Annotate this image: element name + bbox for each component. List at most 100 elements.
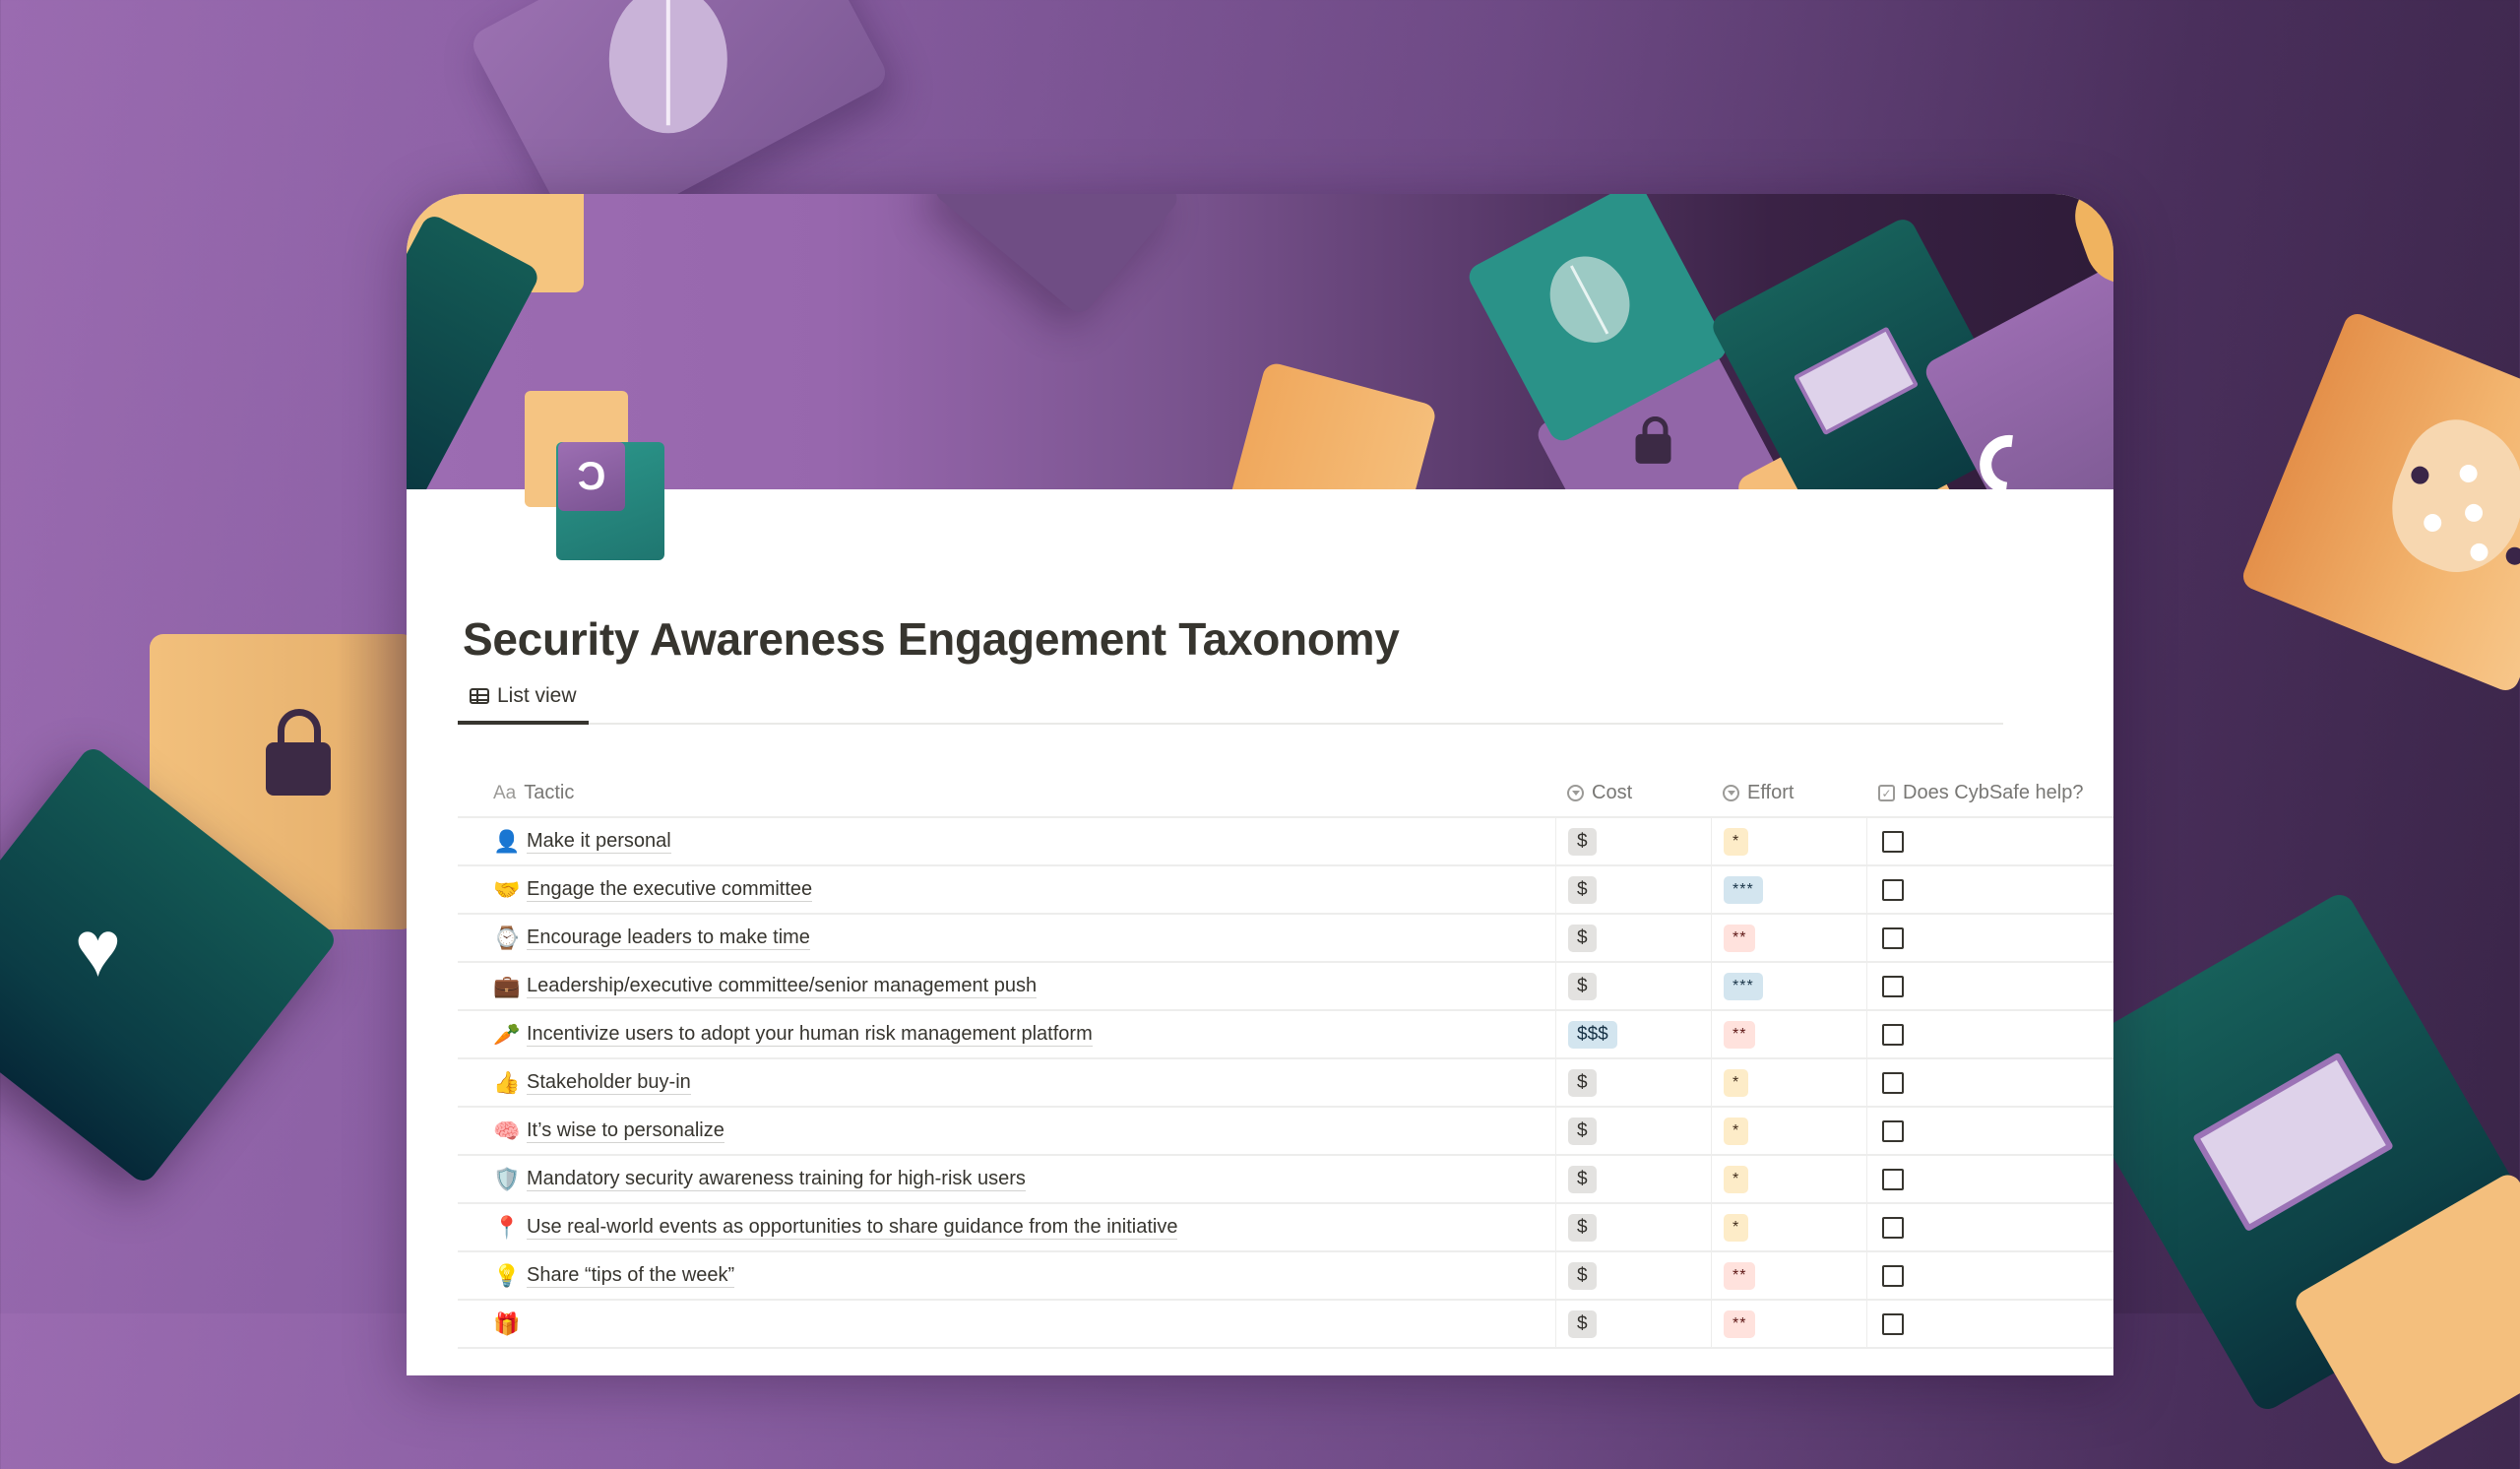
- column-header-cybsafe-help[interactable]: ✓ Does CybSafe help?: [1866, 782, 2113, 804]
- effort-tag[interactable]: **: [1724, 924, 1756, 952]
- cybsafe-help-checkbox[interactable]: [1882, 1119, 1904, 1142]
- table-body: 👤 Make it personal $ * 🤝 Engage the exec…: [458, 818, 2113, 1349]
- cybsafe-help-checkbox[interactable]: [1882, 830, 1904, 853]
- column-label: Cost: [1592, 782, 1633, 803]
- bg-puzzle-piece-map: [2238, 309, 2520, 695]
- cost-tag[interactable]: $: [1568, 1165, 1597, 1193]
- effort-tag[interactable]: *: [1724, 1117, 1749, 1145]
- cybsafe-logo-icon: Ɔ: [558, 442, 625, 511]
- tactic-link[interactable]: It’s wise to personalize: [527, 1118, 724, 1143]
- table-row[interactable]: 🤝 Engage the executive committee $ ***: [458, 866, 2113, 915]
- cost-tag[interactable]: $: [1568, 1068, 1597, 1097]
- row-emoji-icon: 🎁: [493, 1310, 521, 1336]
- column-header-cost[interactable]: Cost: [1555, 782, 1711, 804]
- cybsafe-help-checkbox[interactable]: [1882, 1216, 1904, 1239]
- table-row[interactable]: 👤 Make it personal $ *: [458, 818, 2113, 866]
- effort-tag[interactable]: *: [1724, 1213, 1749, 1242]
- row-emoji-icon: 🛡️: [493, 1166, 521, 1191]
- row-emoji-icon: 👍: [493, 1069, 521, 1095]
- tactic-link[interactable]: Engage the executive committee: [527, 877, 813, 902]
- table-row[interactable]: 💼 Leadership/executive committee/senior …: [458, 963, 2113, 1011]
- cybsafe-help-checkbox[interactable]: [1882, 926, 1904, 949]
- lock-icon: [1635, 433, 1671, 464]
- brain-icon: [1535, 242, 1645, 357]
- view-tabs: List view: [458, 671, 2003, 725]
- row-emoji-icon: 📍: [493, 1214, 521, 1240]
- tab-list-view[interactable]: List view: [458, 671, 589, 725]
- row-emoji-icon: ⌚: [493, 925, 521, 950]
- text-property-icon: Aa: [493, 782, 517, 803]
- effort-tag[interactable]: **: [1724, 1309, 1756, 1338]
- cost-tag[interactable]: $: [1568, 875, 1597, 904]
- effort-tag[interactable]: **: [1724, 1020, 1756, 1049]
- heart-icon: ♥: [74, 904, 122, 992]
- laptop-chart-icon: [2192, 1052, 2395, 1233]
- tactic-link[interactable]: Incentivize users to adopt your human ri…: [527, 1022, 1093, 1047]
- table-row[interactable]: 🎁 $ **: [458, 1301, 2113, 1349]
- lock-icon: [266, 709, 331, 796]
- row-emoji-icon: 💼: [493, 973, 521, 998]
- cover-puzzle-shadow: [929, 194, 1183, 318]
- column-header-effort[interactable]: Effort: [1711, 782, 1866, 804]
- cost-tag[interactable]: $: [1568, 1309, 1597, 1338]
- column-label: Tactic: [524, 782, 575, 803]
- cybsafe-help-checkbox[interactable]: [1882, 1264, 1904, 1287]
- table-header: Aa Tactic Cost Effort ✓ Does CybSafe hel…: [458, 770, 2113, 818]
- table-icon: [470, 687, 489, 704]
- cost-tag[interactable]: $: [1568, 1261, 1597, 1290]
- row-emoji-icon: 🧠: [493, 1118, 521, 1143]
- tactic-link[interactable]: Make it personal: [527, 829, 671, 854]
- cost-tag[interactable]: $: [1568, 1213, 1597, 1242]
- cybsafe-logo-glyph: Ɔ: [577, 454, 606, 498]
- effort-tag[interactable]: *: [1724, 1068, 1749, 1097]
- row-emoji-icon: 💡: [493, 1262, 521, 1288]
- column-label: Effort: [1747, 782, 1795, 803]
- table-row[interactable]: ⌚ Encourage leaders to make time $ **: [458, 915, 2113, 963]
- database-table: Aa Tactic Cost Effort ✓ Does CybSafe hel…: [458, 770, 2113, 1349]
- table-row[interactable]: 🥕 Incentivize users to adopt your human …: [458, 1011, 2113, 1059]
- world-map-icon: [2372, 405, 2520, 591]
- tactic-link[interactable]: Stakeholder buy-in: [527, 1070, 691, 1095]
- select-icon: [1567, 785, 1584, 801]
- effort-tag[interactable]: **: [1724, 1261, 1756, 1290]
- cost-tag[interactable]: $$$: [1568, 1020, 1617, 1049]
- cybsafe-help-checkbox[interactable]: [1882, 1023, 1904, 1046]
- effort-tag[interactable]: ***: [1724, 875, 1763, 904]
- cybsafe-help-checkbox[interactable]: [1882, 878, 1904, 901]
- tactic-link[interactable]: Mandatory security awareness training fo…: [527, 1167, 1026, 1191]
- cost-tag[interactable]: $: [1568, 972, 1597, 1000]
- cybsafe-help-checkbox[interactable]: [1882, 1312, 1904, 1335]
- tactic-link[interactable]: Share “tips of the week”: [527, 1263, 735, 1288]
- tactic-link[interactable]: Encourage leaders to make time: [527, 926, 810, 950]
- cybsafe-help-checkbox[interactable]: [1882, 975, 1904, 997]
- cybsafe-help-checkbox[interactable]: [1882, 1168, 1904, 1190]
- table-row[interactable]: 💡 Share “tips of the week” $ **: [458, 1252, 2113, 1301]
- checkbox-icon: ✓: [1878, 785, 1895, 801]
- cybsafe-help-checkbox[interactable]: [1882, 1071, 1904, 1094]
- table-row[interactable]: 📍 Use real-world events as opportunities…: [458, 1204, 2113, 1252]
- column-header-tactic[interactable]: Aa Tactic: [458, 782, 1555, 804]
- effort-tag[interactable]: *: [1724, 1165, 1749, 1193]
- effort-tag[interactable]: *: [1724, 827, 1749, 856]
- gauge-icon: [1968, 422, 2051, 489]
- effort-tag[interactable]: ***: [1724, 972, 1763, 1000]
- table-row[interactable]: 🛡️ Mandatory security awareness training…: [458, 1156, 2113, 1204]
- cover-puzzle-orange-map: [1226, 360, 1438, 489]
- table-row[interactable]: 🧠 It’s wise to personalize $ *: [458, 1108, 2113, 1156]
- select-icon: [1723, 785, 1739, 801]
- tactic-link[interactable]: Use real-world events as opportunities t…: [527, 1215, 1178, 1240]
- tab-label: List view: [497, 683, 577, 707]
- page-title[interactable]: Security Awareness Engagement Taxonomy: [463, 612, 1400, 666]
- table-row[interactable]: 👍 Stakeholder buy-in $ *: [458, 1059, 2113, 1108]
- cost-tag[interactable]: $: [1568, 924, 1597, 952]
- page-card: Ɔ Security Awareness Engagement Taxonomy…: [407, 194, 2113, 1375]
- brain-icon: [608, 0, 727, 134]
- cost-tag[interactable]: $: [1568, 1117, 1597, 1145]
- laptop-chart-icon: [1793, 326, 1920, 436]
- tactic-link[interactable]: Leadership/executive committee/senior ma…: [527, 974, 1038, 998]
- page-icon[interactable]: Ɔ: [525, 391, 672, 568]
- column-label: Does CybSafe help?: [1903, 782, 2084, 803]
- row-emoji-icon: 🤝: [493, 876, 521, 902]
- cost-tag[interactable]: $: [1568, 827, 1597, 856]
- row-emoji-icon: 🥕: [493, 1021, 521, 1047]
